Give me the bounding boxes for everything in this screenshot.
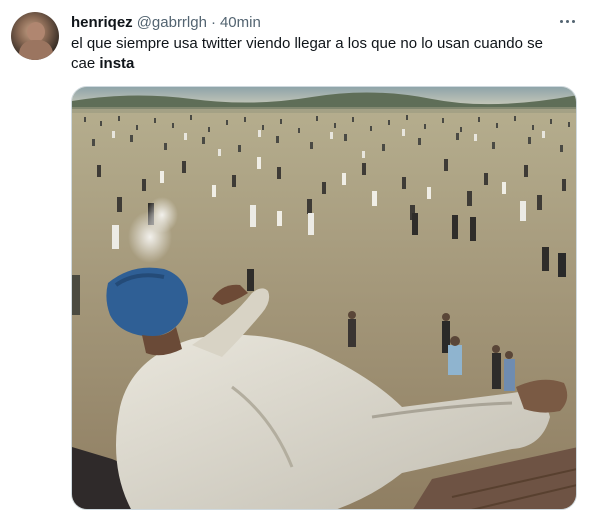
profile-avatar[interactable]	[11, 12, 59, 60]
header-separator: ·	[210, 13, 216, 31]
photo-canvas	[72, 87, 576, 509]
tweet-text-body: el que siempre usa twitter viendo llegar…	[71, 35, 543, 72]
more-dot	[565, 19, 569, 23]
more-options-icon[interactable]	[554, 10, 580, 32]
horizon-haze	[72, 107, 576, 113]
tweet-text-bold-word: insta	[99, 55, 135, 72]
author-handle[interactable]: @gabrrlgh	[137, 14, 207, 31]
smoke-puff	[146, 197, 178, 233]
tweet-timestamp[interactable]: 40min	[220, 14, 261, 31]
tweet-header: henriqez @gabrrlgh · 40min	[71, 12, 261, 32]
tweet-card[interactable]: henriqez @gabrrlgh · 40min el que siempr…	[0, 0, 592, 520]
tweet-text: el que siempre usa twitter viendo llegar…	[71, 34, 571, 74]
avatar-head-shape	[27, 22, 45, 42]
avatar-body-shape	[19, 40, 53, 60]
author-display-name[interactable]: henriqez	[71, 14, 133, 31]
more-dot	[559, 19, 563, 23]
tweet-photo[interactable]	[71, 86, 577, 510]
more-dot	[571, 19, 575, 23]
